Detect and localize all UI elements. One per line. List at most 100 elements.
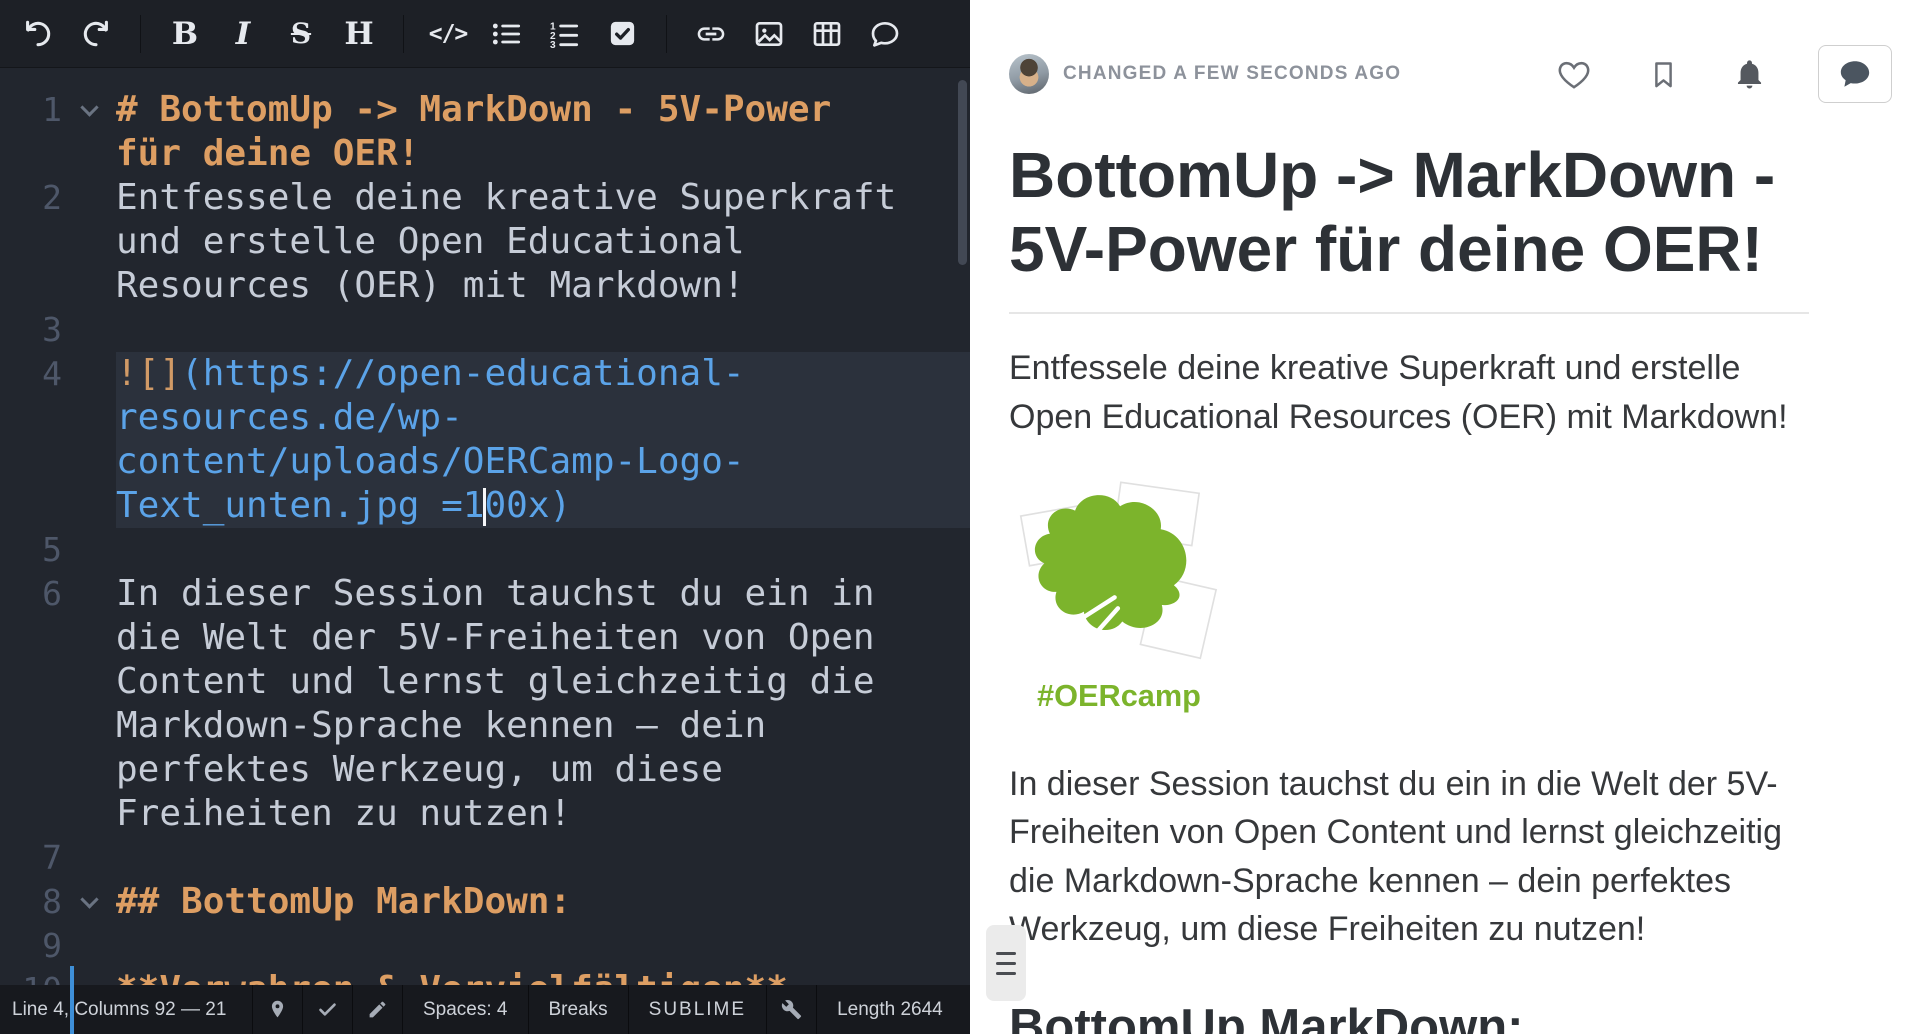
toolbar-separator <box>403 15 404 53</box>
comment-button[interactable] <box>859 9 911 59</box>
line-number: 5 <box>0 528 62 572</box>
fold-chevron-icon[interactable] <box>80 890 98 908</box>
line-number: 10 <box>0 968 62 985</box>
line-text[interactable] <box>116 924 906 968</box>
spellcheck-status-button[interactable] <box>303 985 353 1034</box>
link-button[interactable] <box>685 9 737 59</box>
editor-scrollbar-thumb[interactable] <box>958 80 967 265</box>
location-status-button[interactable] <box>253 985 303 1034</box>
line-text[interactable] <box>116 528 906 572</box>
table-icon <box>811 18 843 50</box>
redo-icon <box>80 18 112 50</box>
line-number: 7 <box>0 836 62 880</box>
keymap-setting[interactable]: SUBLIME <box>629 985 767 1034</box>
bold-icon: B <box>172 16 198 52</box>
line-number: 9 <box>0 924 62 968</box>
ordered-list-icon: 123 <box>548 18 580 50</box>
image-icon <box>753 18 785 50</box>
document-paragraph: In dieser Session tauchst du ein in die … <box>1009 760 1809 953</box>
table-button[interactable] <box>801 9 853 59</box>
line-text[interactable]: **Verwahren & Vervielfältigen** <box>116 968 906 985</box>
fold-chevron-icon[interactable] <box>80 98 98 116</box>
link-icon <box>695 18 727 50</box>
line-text[interactable] <box>116 308 906 352</box>
italic-button[interactable]: I <box>217 9 269 59</box>
avatar[interactable] <box>1009 54 1049 94</box>
theme-status-button[interactable] <box>353 985 403 1034</box>
image-button[interactable] <box>743 9 795 59</box>
line-number: 8 <box>0 880 62 924</box>
task-list-icon <box>607 18 638 49</box>
redo-button[interactable] <box>70 9 122 59</box>
line-number: 2 <box>0 176 62 220</box>
bookmark-button[interactable] <box>1648 59 1679 90</box>
strikethrough-button[interactable]: S <box>275 9 327 59</box>
editor-line: 3 <box>0 308 970 352</box>
line-number: 1 <box>0 88 62 132</box>
editor-line: 2 Entfessele deine kreative Superkraft u… <box>0 176 970 308</box>
linebreak-setting[interactable]: Breaks <box>529 985 629 1034</box>
line-text[interactable]: Entfessele deine kreative Superkraft und… <box>116 176 906 308</box>
image-url-text: 00x) <box>484 485 571 526</box>
modified-line-marker <box>70 966 74 1034</box>
code-button[interactable]: </> <box>422 9 474 59</box>
image-markdown-syntax: ![] <box>116 353 181 394</box>
line-text[interactable]: ## BottomUp MarkDown: <box>116 880 906 924</box>
grip-lines-icon <box>996 962 1016 965</box>
editor-status-bar: Line 4, Columns 92 — 21 Spaces: 4 Breaks… <box>0 985 970 1034</box>
markdown-editor-app: B I S H </> 123 <box>0 0 1920 1034</box>
location-icon <box>267 999 288 1020</box>
editor-line: 1 # BottomUp -> MarkDown - 5V-Power für … <box>0 88 970 176</box>
bullet-list-icon <box>490 18 522 50</box>
change-status-label: CHANGED A FEW SECONDS AGO <box>1063 63 1401 85</box>
grip-lines-icon <box>996 952 1016 955</box>
brush-icon <box>367 999 388 1020</box>
bell-icon <box>1733 58 1766 91</box>
like-button[interactable] <box>1556 56 1592 92</box>
undo-icon <box>22 18 54 50</box>
toolbar-separator <box>140 15 141 53</box>
notifications-button[interactable] <box>1733 58 1766 91</box>
line-text[interactable] <box>116 836 906 880</box>
ordered-list-button[interactable]: 123 <box>538 9 590 59</box>
check-icon <box>317 999 338 1020</box>
heading-button[interactable]: H <box>333 9 385 59</box>
italic-icon: I <box>236 16 251 52</box>
editor-line: 8 ## BottomUp MarkDown: <box>0 880 970 924</box>
bullet-list-button[interactable] <box>480 9 532 59</box>
split-drag-handle[interactable] <box>986 925 1026 1001</box>
heading-icon: H <box>344 16 373 52</box>
strikethrough-icon: S <box>291 17 311 50</box>
indent-setting[interactable]: Spaces: 4 <box>403 985 529 1034</box>
bold-button[interactable]: B <box>159 9 211 59</box>
line-text[interactable]: ![](https://open-educational-resources.d… <box>116 352 906 528</box>
toolbar-separator <box>666 15 667 53</box>
document-subtitle: BottomUp MarkDown: <box>1009 999 1809 1034</box>
note-meta-bar: CHANGED A FEW SECONDS AGO <box>1009 44 1892 104</box>
editor-pane: B I S H </> 123 <box>0 0 970 1034</box>
line-text[interactable]: # BottomUp -> MarkDown - 5V-Power für de… <box>116 88 906 176</box>
image-url-text: (https://open-educational-resources.de/w… <box>116 353 745 526</box>
line-text[interactable]: In dieser Session tauchst du ein in die … <box>116 572 906 836</box>
chat-icon <box>1838 57 1872 91</box>
code-editor[interactable]: 1 # BottomUp -> MarkDown - 5V-Power für … <box>0 68 970 985</box>
wrench-icon <box>781 999 802 1020</box>
heart-icon <box>1556 56 1592 92</box>
divider <box>1009 312 1809 314</box>
editor-line-active: 4 ![](https://open-educational-resources… <box>0 352 970 528</box>
grip-lines-icon <box>996 972 1016 975</box>
document-title: BottomUp -> MarkDown - 5V-Power für dein… <box>1009 138 1809 286</box>
cursor-position-status[interactable]: Line 4, Columns 92 — 21 <box>0 985 253 1034</box>
comment-icon <box>869 18 901 50</box>
line-number: 3 <box>0 308 62 352</box>
editor-line: 10 **Verwahren & Vervielfältigen** <box>0 968 970 985</box>
logo-caption: #OERcamp <box>1037 678 1201 713</box>
comments-panel-button[interactable] <box>1818 45 1892 103</box>
editor-line: 5 <box>0 528 970 572</box>
task-list-button[interactable] <box>596 9 648 59</box>
active-line-highlight: ![](https://open-educational-resources.d… <box>116 352 970 528</box>
undo-button[interactable] <box>12 9 64 59</box>
document-length-status: Length 2644 <box>817 985 970 1034</box>
preferences-button[interactable] <box>767 985 817 1034</box>
editor-line: 9 <box>0 924 970 968</box>
